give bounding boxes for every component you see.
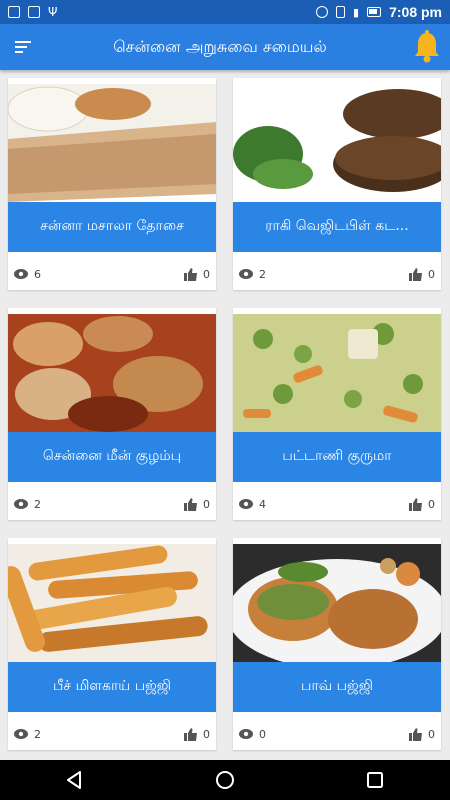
recipe-stats: 2 0 <box>8 494 216 514</box>
gallery-icon <box>28 6 40 18</box>
thumbs-up-icon <box>184 727 197 741</box>
eye-icon <box>239 729 253 739</box>
eye-icon <box>239 269 253 279</box>
views-count: 2 <box>34 727 41 741</box>
likes-count: 0 <box>428 497 435 511</box>
recipe-title: ராகி வெஜிடபிள் கட... <box>233 202 441 252</box>
recipe-photo <box>8 84 216 202</box>
recipe-stats: 4 0 <box>233 494 441 514</box>
likes-count: 0 <box>428 727 435 741</box>
views-count: 0 <box>259 727 266 741</box>
recipe-card[interactable]: பீச் மிளகாய் பஜ்ஜி 2 0 <box>8 538 216 750</box>
likes[interactable]: 0 <box>409 727 435 741</box>
thumbs-up-icon <box>184 497 197 511</box>
views: 0 <box>239 728 266 741</box>
eye-icon <box>239 499 253 509</box>
recipe-card[interactable]: சன்னா மசாலா தோசை 6 0 <box>8 78 216 290</box>
recents-icon[interactable] <box>355 760 395 800</box>
recipe-photo <box>233 544 441 662</box>
likes-count: 0 <box>428 267 435 281</box>
dnd-icon <box>316 6 329 18</box>
views-count: 2 <box>259 267 266 281</box>
recipe-title: பட்டாணி குருமா <box>233 432 441 482</box>
thumbs-up-icon <box>409 497 422 511</box>
signal-icon: ▮ <box>353 5 360 19</box>
recipe-title: சன்னா மசாலா தோசை <box>8 202 216 252</box>
recipe-stats: 6 0 <box>8 264 216 284</box>
status-time: 7:08 pm <box>389 4 442 20</box>
navigation-bar <box>0 760 450 800</box>
recipe-photo <box>233 84 441 202</box>
likes[interactable]: 0 <box>409 497 435 511</box>
eye-icon <box>14 729 28 739</box>
home-icon[interactable] <box>205 760 245 800</box>
recipe-stats: 0 0 <box>233 724 441 744</box>
likes[interactable]: 0 <box>184 267 210 281</box>
menu-icon[interactable] <box>0 24 46 70</box>
likes-count: 0 <box>203 727 210 741</box>
thumbs-up-icon <box>409 727 422 741</box>
views: 4 <box>239 498 266 511</box>
usb-icon: Ψ <box>48 5 58 19</box>
likes[interactable]: 0 <box>409 267 435 281</box>
recipe-title: பாவ் பஜ்ஜி <box>233 662 441 712</box>
likes-count: 0 <box>203 267 210 281</box>
likes-count: 0 <box>203 497 210 511</box>
eye-icon <box>14 269 28 279</box>
views-count: 6 <box>34 267 41 281</box>
vibrate-icon <box>336 6 346 18</box>
recipe-photo <box>8 544 216 662</box>
recipe-photo <box>8 314 216 432</box>
back-icon[interactable] <box>55 760 95 800</box>
likes[interactable]: 0 <box>184 727 210 741</box>
recipe-card[interactable]: சென்னை மீன் குழம்பு 2 0 <box>8 308 216 520</box>
recipe-stats: 2 0 <box>8 724 216 744</box>
views-count: 4 <box>259 497 266 511</box>
views-count: 2 <box>34 497 41 511</box>
recipe-grid: சன்னா மசாலா தோசை 6 0 ராகி வெஜிடபிள் கட..… <box>0 70 450 760</box>
views: 2 <box>14 728 41 741</box>
thumbs-up-icon <box>184 267 197 281</box>
recipe-card[interactable]: பட்டாணி குருமா 4 0 <box>233 308 441 520</box>
thumbs-up-icon <box>409 267 422 281</box>
eye-icon <box>14 499 28 509</box>
recipe-card[interactable]: ராகி வெஜிடபிள் கட... 2 0 <box>233 78 441 290</box>
recipe-title: பீச் மிளகாய் பஜ்ஜி <box>8 662 216 712</box>
app-bar: சென்னை அறுசுவை சமையல் <box>0 24 450 70</box>
recipe-card[interactable]: பாவ் பஜ்ஜி 0 0 <box>233 538 441 750</box>
app-title: சென்னை அறுசுவை சமையல் <box>113 36 327 56</box>
recipe-stats: 2 0 <box>233 264 441 284</box>
bell-icon[interactable] <box>404 24 450 70</box>
recipe-photo <box>233 314 441 432</box>
views: 6 <box>14 268 41 281</box>
views: 2 <box>239 268 266 281</box>
recipe-title: சென்னை மீன் குழம்பு <box>8 432 216 482</box>
status-bar: Ψ ▮ 7:08 pm <box>0 0 450 24</box>
views: 2 <box>14 498 41 511</box>
likes[interactable]: 0 <box>184 497 210 511</box>
battery-charging-icon <box>367 7 382 17</box>
image-icon <box>8 6 20 18</box>
